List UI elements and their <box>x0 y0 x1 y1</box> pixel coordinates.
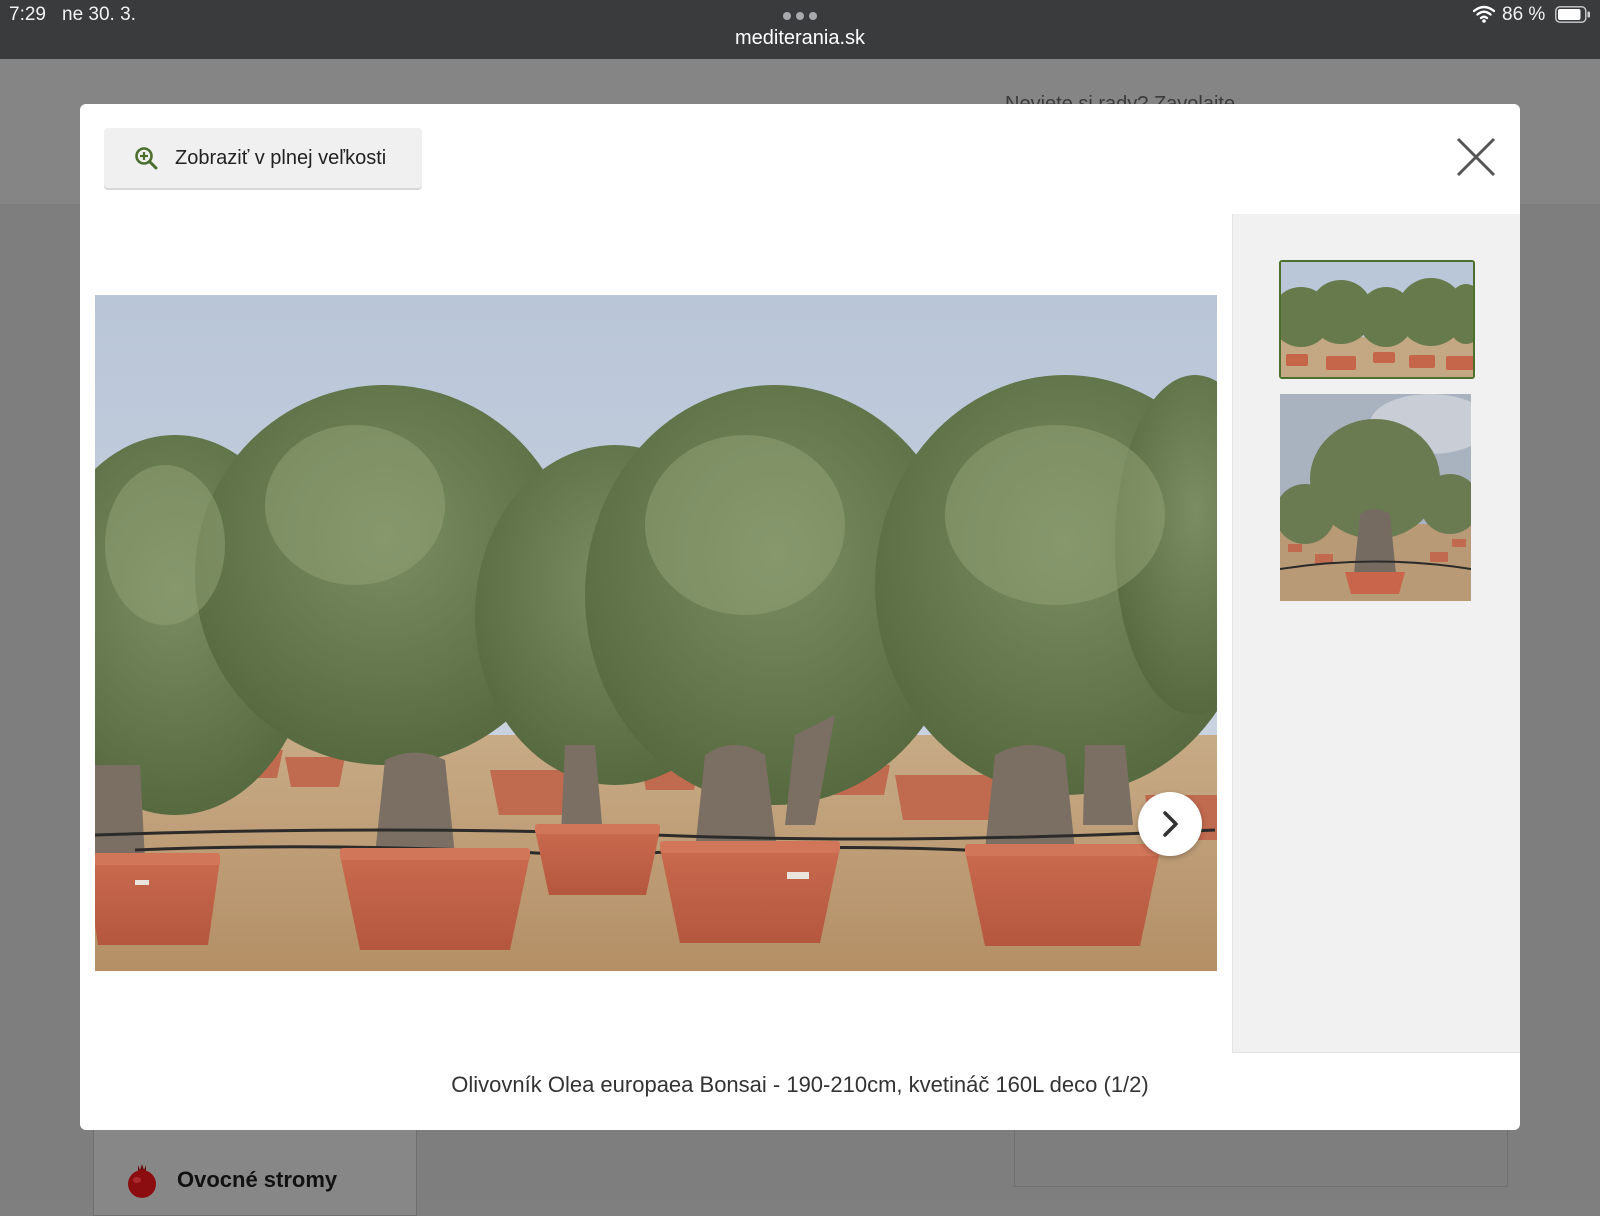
main-product-image[interactable] <box>95 295 1217 971</box>
battery-icon <box>1555 6 1590 23</box>
olive-trees-photo <box>95 295 1217 971</box>
battery-percent: 86 % <box>1502 4 1546 25</box>
address-bar-url[interactable]: mediterania.sk <box>0 27 1600 50</box>
wifi-icon <box>1473 5 1495 23</box>
category-label: Ovocné stromy <box>177 1167 338 1192</box>
thumbnail-1-image <box>1281 262 1473 377</box>
status-date: ne 30. 3. <box>62 4 136 25</box>
sidebar-item-ovocne-stromy: Ovocné stromy <box>125 1161 337 1199</box>
thumbnail-2-image <box>1280 394 1471 601</box>
chevron-right-icon <box>1163 811 1178 837</box>
thumbnail-1[interactable] <box>1279 260 1475 379</box>
image-gallery-modal: Zobraziť v plnej veľkosti Olivovník Olea… <box>80 104 1520 1130</box>
next-image-button[interactable] <box>1138 792 1202 856</box>
close-icon[interactable] <box>1455 136 1497 178</box>
view-full-size-button[interactable]: Zobraziť v plnej veľkosti <box>104 128 422 188</box>
zoom-in-icon <box>135 147 158 170</box>
image-caption: Olivovník Olea europaea Bonsai - 190-210… <box>451 1072 1149 1097</box>
status-bar: 7:29 ne 30. 3. mediterania.sk 86 % <box>0 0 1600 59</box>
status-time: 7:29 <box>9 4 46 25</box>
multitasking-dots-icon[interactable] <box>783 12 817 20</box>
thumbnail-2[interactable] <box>1280 394 1471 601</box>
thumbnail-panel <box>1232 214 1520 1053</box>
view-full-size-label: Zobraziť v plnej veľkosti <box>175 146 387 169</box>
pomegranate-icon <box>128 1164 156 1198</box>
